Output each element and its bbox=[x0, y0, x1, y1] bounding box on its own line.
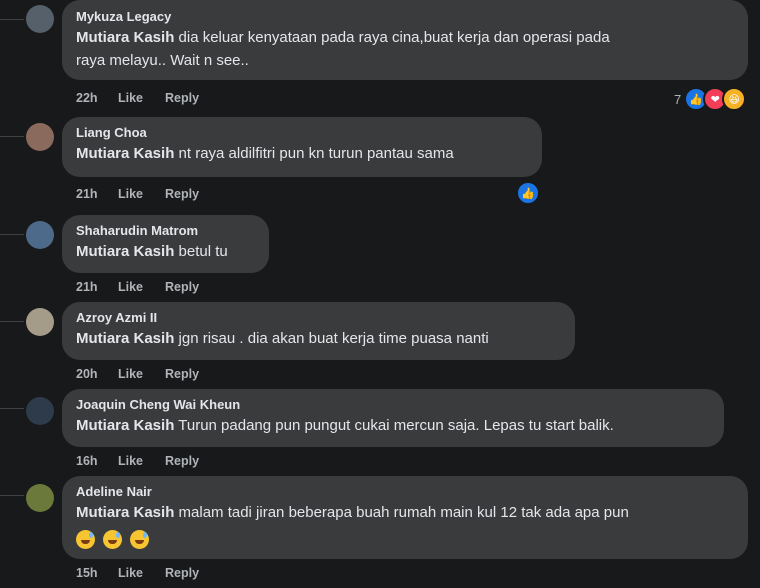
comment-text-line: nt raya aldilfitri pun kn turun pantau s… bbox=[174, 145, 454, 162]
mention-link[interactable]: Mutiara Kasih bbox=[76, 243, 174, 260]
comment-author[interactable]: Liang Choa bbox=[76, 125, 530, 141]
comment-text-line: raya melayu.. Wait n see.. bbox=[76, 52, 249, 69]
comment-text: Mutiara Kasih nt raya aldilfitri pun kn … bbox=[76, 142, 530, 165]
thread-line bbox=[0, 321, 24, 322]
like-button[interactable]: Like bbox=[118, 367, 165, 381]
comment-time[interactable]: 22h bbox=[76, 91, 118, 105]
comment-time[interactable]: 15h bbox=[76, 566, 118, 580]
comment-author[interactable]: Mykuza Legacy bbox=[76, 9, 736, 25]
thread-line bbox=[0, 408, 24, 409]
mention-link[interactable]: Mutiara Kasih bbox=[76, 29, 174, 46]
like-button[interactable]: Like bbox=[118, 187, 165, 201]
comment-text: Mutiara Kasih betul tu bbox=[76, 240, 257, 263]
avatar[interactable] bbox=[26, 123, 54, 151]
comment-author[interactable]: Azroy Azmi II bbox=[76, 310, 563, 326]
comment-bubble: Shaharudin Matrom Mutiara Kasih betul tu bbox=[62, 215, 269, 273]
comment-actions: 15h Like Reply bbox=[76, 566, 199, 580]
haha-icon: 😆 bbox=[722, 87, 747, 111]
comment-time[interactable]: 21h bbox=[76, 187, 118, 201]
grinning-sweat-emoji bbox=[130, 529, 150, 549]
like-button[interactable]: Like bbox=[118, 566, 165, 580]
mention-link[interactable]: Mutiara Kasih bbox=[76, 417, 174, 434]
thread-line bbox=[0, 136, 24, 137]
comment-actions: 21h Like Reply bbox=[76, 280, 199, 294]
reply-button[interactable]: Reply bbox=[165, 367, 199, 381]
comment-text-line: jgn risau . dia akan buat kerja time pua… bbox=[174, 330, 489, 347]
reaction-summary[interactable]: 👍 bbox=[516, 181, 540, 205]
reaction-summary[interactable]: 7 👍 ❤ 😆 bbox=[674, 87, 747, 111]
like-button[interactable]: Like bbox=[118, 91, 165, 105]
comment-author[interactable]: Shaharudin Matrom bbox=[76, 223, 257, 239]
comment-bubble: Azroy Azmi II Mutiara Kasih jgn risau . … bbox=[62, 302, 575, 360]
mention-link[interactable]: Mutiara Kasih bbox=[76, 145, 174, 162]
like-button[interactable]: Like bbox=[118, 454, 165, 468]
comment-text: Mutiara Kasih malam tadi jiran beberapa … bbox=[76, 501, 736, 550]
mention-link[interactable]: Mutiara Kasih bbox=[76, 504, 174, 521]
reply-button[interactable]: Reply bbox=[165, 187, 199, 201]
comment-text: Mutiara Kasih jgn risau . dia akan buat … bbox=[76, 327, 563, 350]
comment-actions: 22h Like Reply bbox=[76, 91, 199, 105]
comment-time[interactable]: 16h bbox=[76, 454, 118, 468]
mention-link[interactable]: Mutiara Kasih bbox=[76, 330, 174, 347]
avatar[interactable] bbox=[26, 484, 54, 512]
comment-text: Mutiara Kasih Turun padang pun pungut cu… bbox=[76, 414, 712, 437]
comment-text: Mutiara Kasih dia keluar kenyataan pada … bbox=[76, 26, 736, 72]
reaction-count: 7 bbox=[674, 91, 682, 107]
comment-bubble: Joaquin Cheng Wai Kheun Mutiara Kasih Tu… bbox=[62, 389, 724, 447]
avatar[interactable] bbox=[26, 397, 54, 425]
reply-button[interactable]: Reply bbox=[165, 91, 199, 105]
comment-actions: 16h Like Reply bbox=[76, 454, 199, 468]
comment-author[interactable]: Joaquin Cheng Wai Kheun bbox=[76, 397, 712, 413]
avatar[interactable] bbox=[26, 5, 54, 33]
comment-bubble: Mykuza Legacy Mutiara Kasih dia keluar k… bbox=[62, 0, 748, 80]
grinning-sweat-emoji bbox=[103, 529, 123, 549]
thread-line bbox=[0, 495, 24, 496]
grinning-sweat-emoji bbox=[76, 529, 95, 549]
comment-actions: 20h Like Reply bbox=[76, 367, 199, 381]
reply-button[interactable]: Reply bbox=[165, 454, 199, 468]
thread-line bbox=[0, 19, 24, 20]
comment-text-line: Turun padang pun pungut cukai mercun saj… bbox=[174, 417, 614, 434]
like-button[interactable]: Like bbox=[118, 280, 165, 294]
reply-button[interactable]: Reply bbox=[165, 280, 199, 294]
comment-text-line: betul tu bbox=[174, 243, 228, 260]
like-icon: 👍 bbox=[516, 181, 540, 205]
comment-bubble: Liang Choa Mutiara Kasih nt raya aldilfi… bbox=[62, 117, 542, 177]
comment-time[interactable]: 21h bbox=[76, 280, 118, 294]
emoji-line bbox=[76, 527, 153, 550]
thread-line bbox=[0, 234, 24, 235]
comment-bubble: Adeline Nair Mutiara Kasih malam tadi ji… bbox=[62, 476, 748, 559]
reply-button[interactable]: Reply bbox=[165, 566, 199, 580]
comment-actions: 21h Like Reply bbox=[76, 187, 199, 201]
avatar[interactable] bbox=[26, 308, 54, 336]
comment-author[interactable]: Adeline Nair bbox=[76, 484, 736, 500]
avatar[interactable] bbox=[26, 221, 54, 249]
comment-text-line: dia keluar kenyataan pada raya cina,buat… bbox=[174, 29, 610, 46]
comment-text-line: malam tadi jiran beberapa buah rumah mai… bbox=[174, 504, 629, 521]
comment-time[interactable]: 20h bbox=[76, 367, 118, 381]
